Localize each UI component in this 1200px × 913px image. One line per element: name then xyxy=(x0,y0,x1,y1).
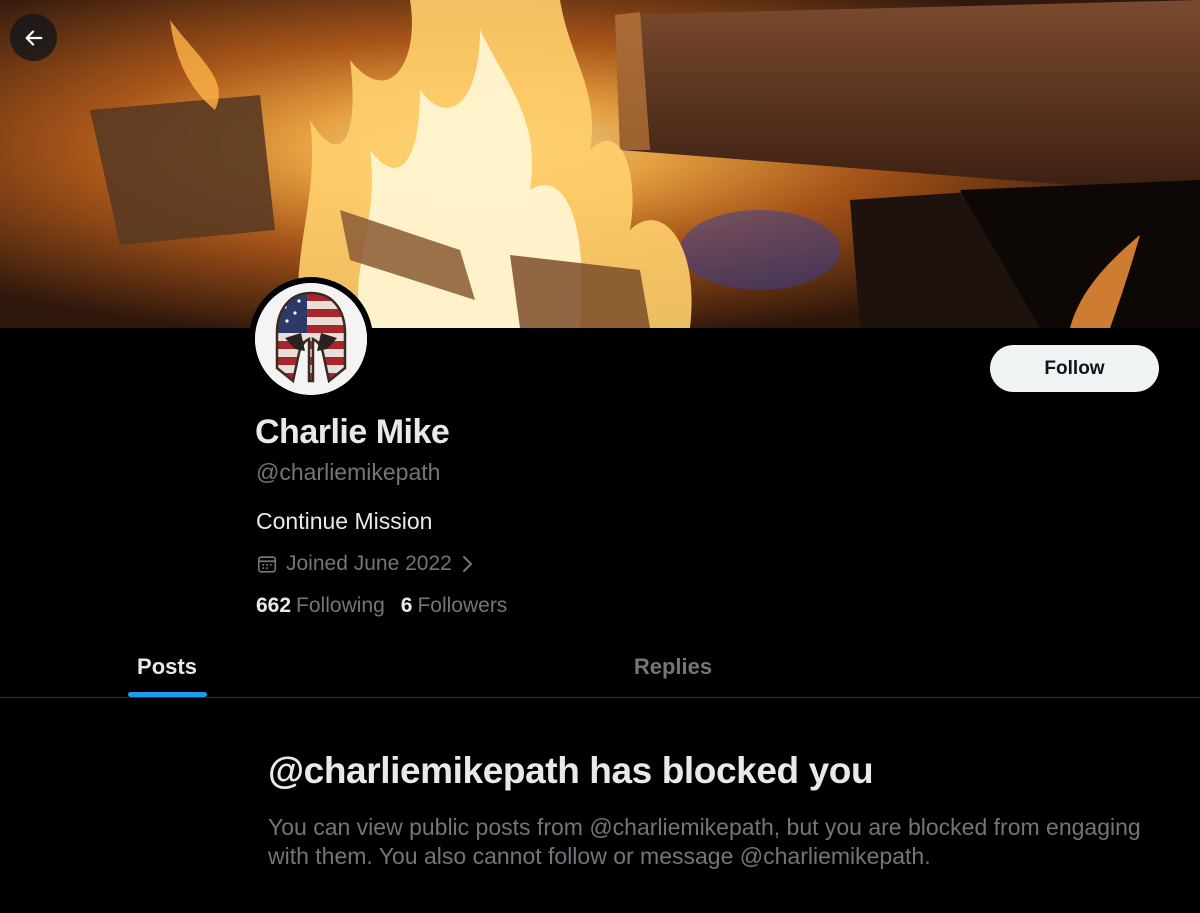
following-stat[interactable]: 662 Following xyxy=(256,594,385,618)
avatar[interactable] xyxy=(249,277,373,401)
profile-bio: Continue Mission xyxy=(256,508,433,534)
followers-label: Followers xyxy=(417,594,508,617)
spartan-helmet-flag-icon xyxy=(255,283,367,395)
back-button[interactable] xyxy=(10,14,57,61)
following-count: 662 xyxy=(256,594,292,617)
chevron-right-icon xyxy=(460,554,474,574)
profile-banner[interactable] xyxy=(0,0,1200,328)
tab-replies[interactable]: Replies xyxy=(600,636,746,697)
tab-posts[interactable]: Posts xyxy=(124,636,210,697)
profile-tabs: Posts Replies xyxy=(0,636,1200,698)
calendar-icon xyxy=(256,553,278,575)
display-name: Charlie Mike xyxy=(255,413,450,451)
avatar-image xyxy=(255,283,367,395)
followers-count: 6 xyxy=(400,594,413,617)
banner-image xyxy=(0,0,1200,328)
profile-stats: 662 Following 6 Followers xyxy=(256,594,523,618)
joined-date[interactable]: Joined June 2022 xyxy=(256,549,474,579)
blocked-message: You can view public posts from @charliem… xyxy=(268,814,1141,869)
blocked-title: @charliemikepath has blocked you xyxy=(268,750,874,791)
follow-button[interactable]: Follow xyxy=(990,345,1159,392)
active-tab-indicator xyxy=(128,692,207,697)
joined-label: Joined June 2022 xyxy=(286,552,452,575)
arrow-left-icon xyxy=(25,29,42,46)
profile-handle: @charliemikepath xyxy=(256,459,441,485)
following-label: Following xyxy=(296,594,385,617)
followers-stat[interactable]: 6 Followers xyxy=(401,594,508,618)
